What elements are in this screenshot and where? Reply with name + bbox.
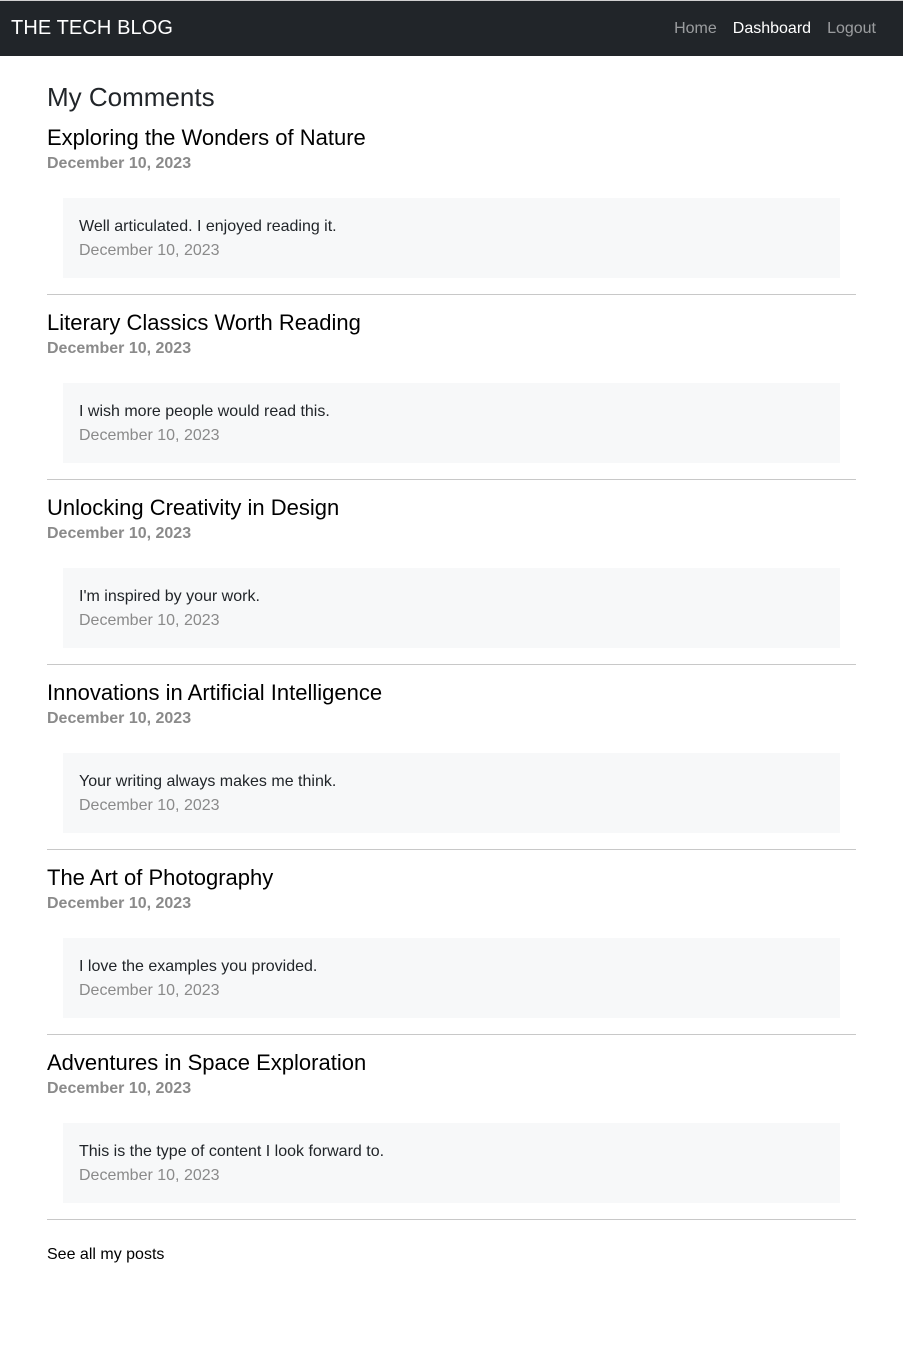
post-item: Innovations in Artificial Intelligence D… xyxy=(47,665,856,850)
comment-text: This is the type of content I look forwa… xyxy=(79,1143,385,1160)
post-date: December 10, 2023 xyxy=(47,155,192,172)
comment-date: December 10, 2023 xyxy=(79,242,220,259)
comment-text: I wish more people would read this. xyxy=(79,403,330,420)
comment-date: December 10, 2023 xyxy=(79,982,220,999)
post-item: Exploring the Wonders of Nature December… xyxy=(47,113,856,295)
nav-link-logout[interactable]: Logout xyxy=(819,20,884,38)
post-item: The Art of Photography December 10, 2023… xyxy=(47,850,856,1035)
post-title[interactable]: The Art of Photography xyxy=(47,850,856,892)
comment-card: Well articulated. I enjoyed reading it. … xyxy=(63,198,840,278)
post-title[interactable]: Unlocking Creativity in Design xyxy=(47,480,856,522)
post-item: Literary Classics Worth Reading December… xyxy=(47,295,856,480)
comment-text: I'm inspired by your work. xyxy=(79,588,260,605)
see-all-posts-link[interactable]: See all my posts xyxy=(47,1246,164,1264)
comment-card: Your writing always makes me think. Dece… xyxy=(63,753,840,833)
post-title[interactable]: Exploring the Wonders of Nature xyxy=(47,113,856,152)
comment-date: December 10, 2023 xyxy=(79,427,220,444)
post-title[interactable]: Literary Classics Worth Reading xyxy=(47,295,856,337)
brand-link[interactable]: THE TECH BLOG xyxy=(11,17,173,40)
comment-card: I love the examples you provided. Decemb… xyxy=(63,938,840,1018)
main-content: My Comments Exploring the Wonders of Nat… xyxy=(47,81,856,1264)
nav-link-home[interactable]: Home xyxy=(666,20,725,38)
comment-card: This is the type of content I look forwa… xyxy=(63,1123,840,1203)
comment-date: December 10, 2023 xyxy=(79,797,220,814)
post-title[interactable]: Innovations in Artificial Intelligence xyxy=(47,665,856,707)
comment-card: I wish more people would read this. Dece… xyxy=(63,383,840,463)
post-list: Exploring the Wonders of Nature December… xyxy=(47,113,856,1220)
post-title[interactable]: Adventures in Space Exploration xyxy=(47,1035,856,1077)
comment-text: Well articulated. I enjoyed reading it. xyxy=(79,218,337,235)
post-item: Unlocking Creativity in Design December … xyxy=(47,480,856,665)
post-date: December 10, 2023 xyxy=(47,525,192,542)
post-date: December 10, 2023 xyxy=(47,1080,192,1097)
post-date: December 10, 2023 xyxy=(47,710,192,727)
comment-date: December 10, 2023 xyxy=(79,612,220,629)
post-item: Adventures in Space Exploration December… xyxy=(47,1035,856,1220)
nav-link-dashboard[interactable]: Dashboard xyxy=(725,20,819,38)
top-navbar: THE TECH BLOG Home Dashboard Logout xyxy=(0,0,903,56)
post-date: December 10, 2023 xyxy=(47,340,192,357)
page-title: My Comments xyxy=(47,82,215,112)
comment-date: December 10, 2023 xyxy=(79,1167,220,1184)
post-date: December 10, 2023 xyxy=(47,895,192,912)
comment-text: I love the examples you provided. xyxy=(79,958,318,975)
nav-links: Home Dashboard Logout xyxy=(666,20,884,38)
comment-text: Your writing always makes me think. xyxy=(79,773,337,790)
comment-card: I'm inspired by your work. December 10, … xyxy=(63,568,840,648)
